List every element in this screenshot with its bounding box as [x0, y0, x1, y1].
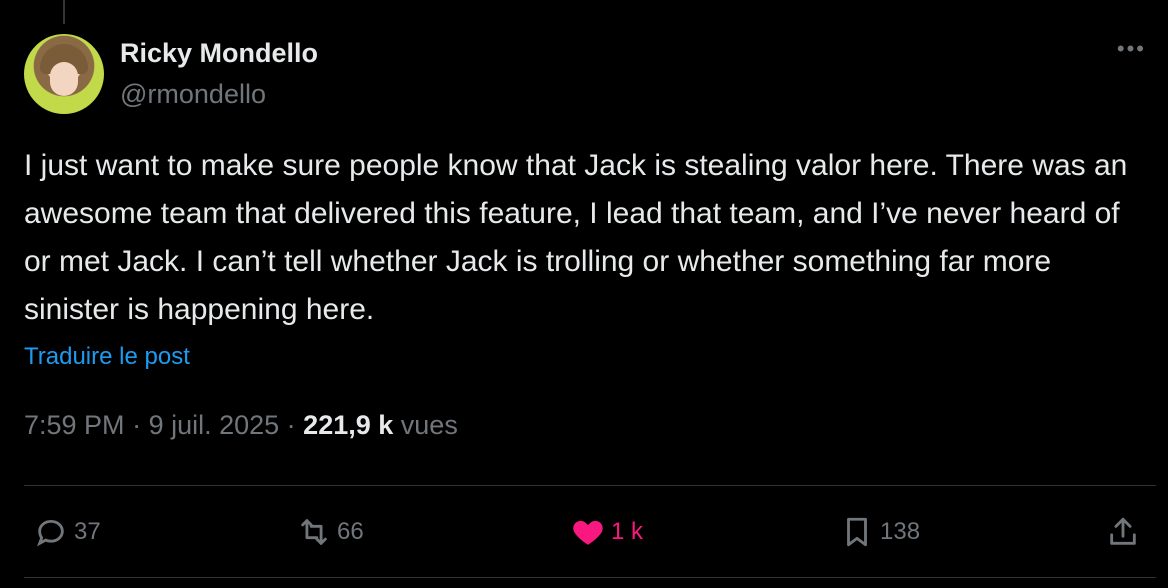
bookmark-count: 138	[880, 518, 921, 545]
share-button[interactable]	[1106, 515, 1140, 549]
avatar-face	[50, 62, 78, 96]
tweet-text: I just want to make sure people know tha…	[24, 149, 1128, 326]
reply-button[interactable]: 37	[34, 515, 101, 549]
tweet-actions: 37 66 1 k 138	[0, 505, 1168, 561]
tweet-date[interactable]: 9 juil. 2025	[149, 410, 280, 440]
bookmark-button[interactable]: 138	[840, 515, 920, 549]
views-count: 221,9 k	[303, 410, 394, 440]
heart-icon	[573, 520, 603, 545]
divider	[24, 485, 1156, 486]
reply-icon	[37, 519, 64, 547]
author-handle[interactable]: @rmondello	[120, 79, 266, 110]
reply-count: 37	[74, 518, 101, 545]
tweet-meta: 7:59 PM · 9 juil. 2025 · 221,9 k vues	[24, 410, 458, 441]
like-count: 1 k	[611, 518, 644, 545]
translate-post-link[interactable]: Traduire le post	[24, 343, 190, 371]
divider	[24, 577, 1156, 578]
thread-connector-line	[63, 0, 65, 24]
repost-count: 66	[337, 518, 364, 545]
meta-separator: ·	[279, 410, 304, 440]
share-icon	[1110, 517, 1136, 545]
bookmark-icon	[847, 517, 867, 547]
views-label: vues	[400, 410, 458, 440]
tweet-time[interactable]: 7:59 PM	[24, 410, 125, 440]
like-button[interactable]: 1 k	[571, 515, 643, 549]
more-dots-icon[interactable]: •••	[1117, 36, 1146, 62]
author-name[interactable]: Ricky Mondello	[120, 38, 318, 69]
repost-icon	[301, 519, 327, 545]
repost-button[interactable]: 66	[297, 515, 364, 549]
avatar[interactable]	[24, 34, 104, 114]
meta-separator: ·	[124, 410, 149, 440]
